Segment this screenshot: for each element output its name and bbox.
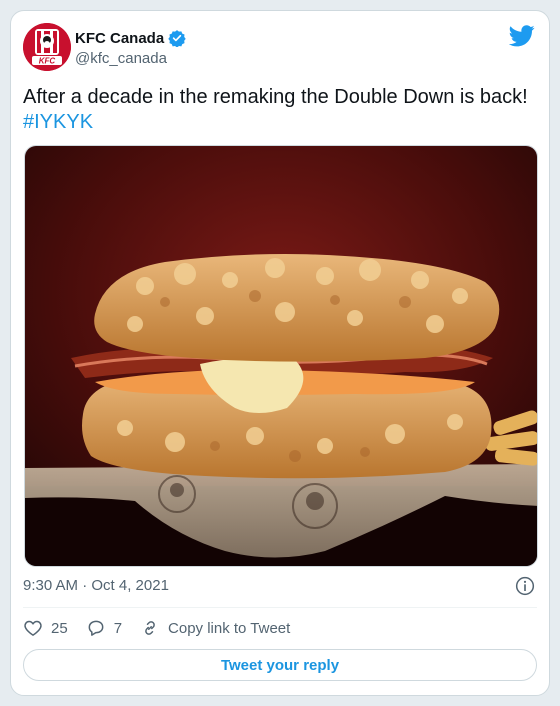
tweet-body: After a decade in the remaking the Doubl… xyxy=(23,86,528,108)
reply-icon xyxy=(88,620,104,636)
like-count: 25 xyxy=(51,619,68,637)
tweet-header: KFC KFC Canada @kfc_canada xyxy=(23,23,537,73)
copy-link-label: Copy link to Tweet xyxy=(168,619,291,637)
avatar[interactable]: KFC xyxy=(23,23,71,71)
tweet-photo[interactable] xyxy=(24,145,538,567)
hashtag-link[interactable]: #IYKYK xyxy=(23,111,93,133)
twitter-bird-icon[interactable] xyxy=(509,25,535,47)
heart-icon xyxy=(24,620,42,636)
copy-link-button[interactable]: Copy link to Tweet xyxy=(140,618,290,638)
tweet-card: KFC KFC Canada @kfc_canada After a decad… xyxy=(10,10,550,696)
double-down-sandwich-image xyxy=(25,146,537,566)
display-name[interactable]: KFC Canada xyxy=(75,30,164,47)
kfc-logo-icon: KFC xyxy=(23,23,71,71)
svg-text:KFC: KFC xyxy=(39,57,56,66)
tweet-timestamp[interactable]: 9:30 AM · Oct 4, 2021 xyxy=(23,577,169,594)
reply-count-button[interactable]: 7 xyxy=(86,618,122,638)
reply-count: 7 xyxy=(113,619,123,637)
tweet-text: After a decade in the remaking the Doubl… xyxy=(23,85,537,135)
handle[interactable]: @kfc_canada xyxy=(75,50,167,67)
tweet-your-reply-button[interactable]: Tweet your reply xyxy=(23,649,537,681)
divider xyxy=(23,607,537,608)
action-bar: 25 7 Copy link to Tweet xyxy=(23,617,537,639)
name-row: KFC Canada xyxy=(75,29,186,47)
link-icon xyxy=(145,621,155,635)
timestamp-row: 9:30 AM · Oct 4, 2021 xyxy=(23,576,537,597)
verified-badge-icon xyxy=(168,30,186,47)
like-button[interactable]: 25 xyxy=(23,618,68,638)
info-icon[interactable] xyxy=(515,576,535,596)
